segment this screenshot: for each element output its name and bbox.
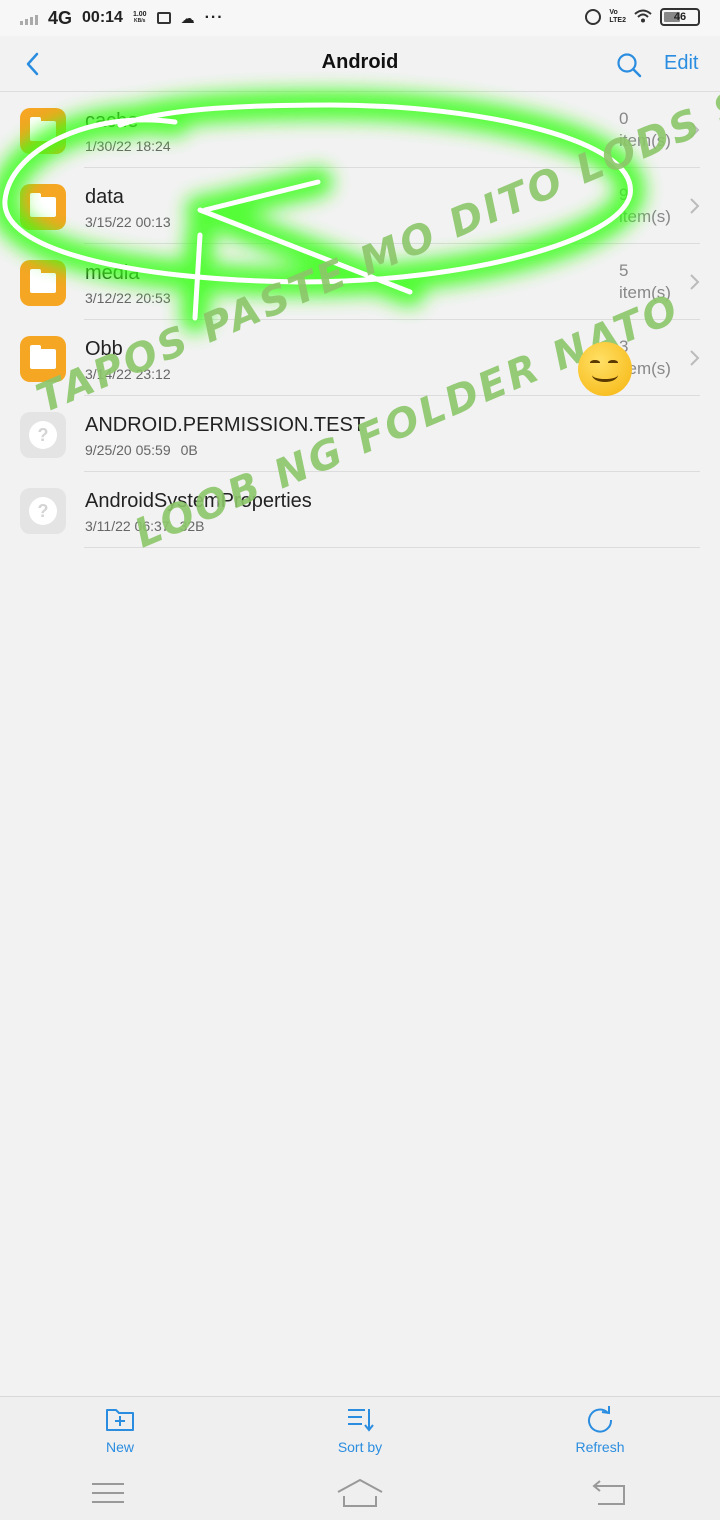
sort-icon [348, 1409, 374, 1432]
alarm-icon [585, 9, 602, 25]
message-icon [156, 12, 171, 24]
signal-icon [20, 11, 38, 25]
network-type: 4G [48, 7, 73, 28]
chevron-right-icon [690, 198, 700, 214]
unknown-file-icon: ? [20, 488, 66, 534]
file-date: 9/25/20 05:59 0B [85, 442, 198, 458]
status-bar: 4G 00:14 1.00 KB/s ☁ ··· Vo LTE2 46 [0, 0, 720, 36]
bottom-toolbar: New Sort by Refresh [0, 1396, 720, 1468]
menu-icon [92, 1483, 124, 1503]
wifi-icon [634, 9, 652, 26]
sort-button[interactable]: Sort by [300, 1405, 420, 1455]
file-date: 1/30/22 18:24 [85, 138, 171, 154]
search-icon [617, 53, 642, 78]
chevron-right-icon [690, 274, 700, 290]
refresh-label: Refresh [575, 1439, 625, 1455]
lte-icon: Vo LTE2 [609, 9, 626, 24]
clock: 00:14 [82, 9, 123, 26]
cloud-icon: ☁ [180, 9, 195, 26]
file-name: media [85, 262, 140, 284]
back-nav-button[interactable] [590, 1478, 630, 1515]
edit-button[interactable]: Edit [664, 52, 698, 75]
file-size: 0B [180, 442, 198, 458]
file-name: cache [85, 110, 139, 132]
list-item[interactable]: ? AndroidSystemProperties 3/11/22 06:37 3… [0, 472, 720, 548]
folder-icon [20, 108, 66, 154]
page-title: Android [321, 51, 399, 73]
battery-icon: 46 [660, 8, 700, 26]
new-folder-icon [106, 1409, 134, 1431]
item-count: 9 item(s) [619, 185, 671, 226]
folder-icon [20, 184, 66, 230]
unknown-file-icon: ? [20, 412, 66, 458]
system-nav-bar [0, 1468, 720, 1520]
smile-emoji-icon [578, 342, 632, 396]
menu-button[interactable] [90, 1478, 126, 1513]
chevron-right-icon [690, 350, 700, 366]
new-label: New [105, 1439, 134, 1455]
app-header: Android Edit [0, 36, 720, 92]
back-icon [592, 1480, 625, 1505]
network-speed: 1.00 KB/s [132, 11, 147, 24]
home-icon [337, 1478, 383, 1507]
new-button[interactable]: New [60, 1405, 180, 1455]
file-date: 3/12/22 20:53 [85, 290, 171, 306]
more-notifications-icon: ··· [204, 9, 224, 26]
refresh-button[interactable]: Refresh [540, 1405, 660, 1455]
search-button[interactable] [614, 50, 644, 80]
home-button[interactable] [336, 1478, 384, 1515]
sort-label: Sort by [337, 1439, 383, 1455]
file-date: 3/15/22 00:13 [85, 214, 171, 230]
folder-icon [20, 260, 66, 306]
file-name: data [85, 186, 124, 208]
refresh-icon [588, 1406, 613, 1433]
